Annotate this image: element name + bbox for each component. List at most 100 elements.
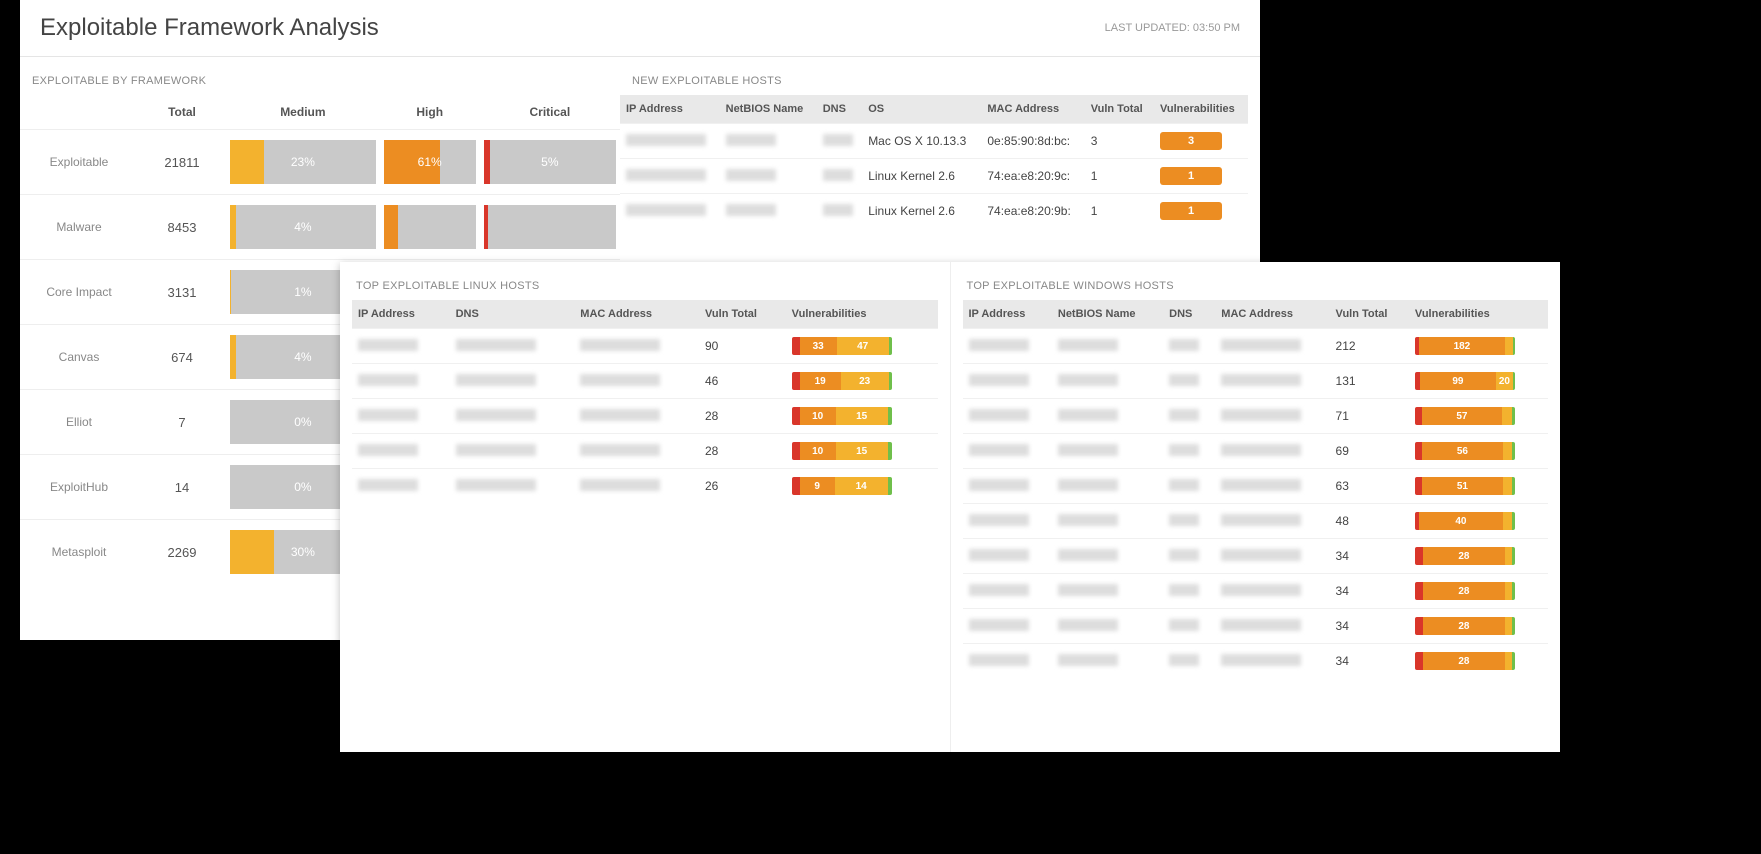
framework-name: Exploitable: [20, 130, 138, 195]
col-ip[interactable]: IP Address: [352, 300, 450, 329]
cell-vuln-total: 1: [1085, 194, 1154, 229]
cell-vulns: 28: [1409, 574, 1548, 609]
cell-netbios: [1052, 504, 1163, 539]
col-ip[interactable]: IP Address: [963, 300, 1052, 329]
windows-host-row[interactable]: 3428: [963, 539, 1549, 574]
vuln-bar[interactable]: 182: [1415, 337, 1515, 355]
cell-netbios: [720, 124, 817, 159]
vuln-bar[interactable]: 56: [1415, 442, 1515, 460]
vuln-pill[interactable]: 3: [1160, 132, 1222, 150]
cell-mac: [1215, 329, 1329, 364]
vuln-bar[interactable]: 1015: [792, 407, 892, 425]
cell-dns: [1163, 539, 1215, 574]
cell-vulns: 57: [1409, 399, 1548, 434]
cell-dns: [1163, 644, 1215, 679]
cell-vulns: 40: [1409, 504, 1548, 539]
cell-ip: [963, 504, 1052, 539]
dashboard-front-panel: TOP EXPLOITABLE LINUX HOSTS IP Address D…: [340, 262, 1560, 752]
cell-dns: [1163, 504, 1215, 539]
col-netbios[interactable]: NetBIOS Name: [1052, 300, 1163, 329]
linux-hosts-title: TOP EXPLOITABLE LINUX HOSTS: [352, 262, 938, 300]
linux-host-row[interactable]: 26914: [352, 469, 938, 504]
col-dns[interactable]: DNS: [817, 95, 862, 124]
framework-row[interactable]: Exploitable2181123%61%5%: [20, 130, 620, 195]
cell-ip: [352, 434, 450, 469]
col-dns[interactable]: DNS: [450, 300, 575, 329]
windows-host-row[interactable]: 131 9920: [963, 364, 1549, 399]
vuln-bar[interactable]: 28: [1415, 582, 1515, 600]
new-host-row[interactable]: Mac OS X 10.13.30e:85:90:8d:bc:33: [620, 124, 1248, 159]
windows-host-row[interactable]: 6351: [963, 469, 1549, 504]
cell-ip: [963, 539, 1052, 574]
col-vuln[interactable]: Vuln Total: [1085, 95, 1154, 124]
col-mac[interactable]: MAC Address: [981, 95, 1084, 124]
windows-host-row[interactable]: 212 182: [963, 329, 1549, 364]
cell-dns: [1163, 364, 1215, 399]
cell-netbios: [720, 194, 817, 229]
cell-ip: [963, 399, 1052, 434]
col-dns[interactable]: DNS: [1163, 300, 1215, 329]
linux-host-row[interactable]: 461923: [352, 364, 938, 399]
col-netbios[interactable]: NetBIOS Name: [720, 95, 817, 124]
cell-mac: [1215, 399, 1329, 434]
cell-ip: [963, 609, 1052, 644]
windows-host-row[interactable]: 3428: [963, 574, 1549, 609]
vuln-bar[interactable]: 3347: [792, 337, 892, 355]
windows-host-row[interactable]: 4840: [963, 504, 1549, 539]
cell-vulns: 914: [786, 469, 938, 504]
framework-total: 14: [138, 455, 226, 520]
col-medium[interactable]: Medium: [226, 95, 380, 130]
cell-vuln-total: 212: [1330, 329, 1409, 364]
cell-dns: [1163, 434, 1215, 469]
vuln-bar[interactable]: 51: [1415, 477, 1515, 495]
vuln-bar[interactable]: 1923: [792, 372, 892, 390]
cell-vulns: 1015: [786, 399, 938, 434]
col-os[interactable]: OS: [862, 95, 981, 124]
windows-host-row[interactable]: 3428: [963, 609, 1549, 644]
vuln-bar[interactable]: 28: [1415, 617, 1515, 635]
vuln-bar[interactable]: 28: [1415, 547, 1515, 565]
cell-mac: [574, 329, 699, 364]
framework-total: 7: [138, 390, 226, 455]
col-vulns[interactable]: Vulnerabilities: [786, 300, 938, 329]
col-vuln[interactable]: Vuln Total: [699, 300, 786, 329]
windows-host-row[interactable]: 3428: [963, 644, 1549, 679]
linux-host-row[interactable]: 903347: [352, 329, 938, 364]
linux-host-row[interactable]: 281015: [352, 399, 938, 434]
windows-host-row[interactable]: 6956: [963, 434, 1549, 469]
col-high[interactable]: High: [380, 95, 480, 130]
cell-mac: [574, 399, 699, 434]
cell-vuln-total: 131: [1330, 364, 1409, 399]
vuln-pill[interactable]: 1: [1160, 202, 1222, 220]
windows-host-row[interactable]: 7157: [963, 399, 1549, 434]
col-mac[interactable]: MAC Address: [1215, 300, 1329, 329]
new-host-row[interactable]: Linux Kernel 2.674:ea:e8:20:9b:11: [620, 194, 1248, 229]
new-host-row[interactable]: Linux Kernel 2.674:ea:e8:20:9c:11: [620, 159, 1248, 194]
vuln-bar[interactable]: 914: [792, 477, 892, 495]
col-critical[interactable]: Critical: [480, 95, 620, 130]
col-ip[interactable]: IP Address: [620, 95, 720, 124]
vuln-bar[interactable]: 57: [1415, 407, 1515, 425]
col-vulns[interactable]: Vulnerabilities: [1409, 300, 1548, 329]
col-vulns[interactable]: Vulnerabilities: [1154, 95, 1248, 124]
col-vuln[interactable]: Vuln Total: [1330, 300, 1409, 329]
vuln-bar[interactable]: 40: [1415, 512, 1515, 530]
vuln-bar[interactable]: 9920: [1415, 372, 1515, 390]
cell-ip: [620, 124, 720, 159]
vuln-bar[interactable]: 28: [1415, 652, 1515, 670]
new-hosts-title: NEW EXPLOITABLE HOSTS: [620, 57, 1248, 95]
framework-row[interactable]: Malware84534%: [20, 195, 620, 260]
col-total[interactable]: Total: [138, 95, 226, 130]
col-mac[interactable]: MAC Address: [574, 300, 699, 329]
vuln-bar[interactable]: 1015: [792, 442, 892, 460]
medium-bar: 4%: [230, 205, 376, 249]
cell-netbios: [1052, 329, 1163, 364]
cell-ip: [963, 364, 1052, 399]
windows-hosts-section: TOP EXPLOITABLE WINDOWS HOSTS IP Address…: [950, 262, 1561, 752]
vuln-pill[interactable]: 1: [1160, 167, 1222, 185]
framework-name: Core Impact: [20, 260, 138, 325]
cell-dns: [450, 329, 575, 364]
high-bar: 61%: [384, 140, 476, 184]
linux-host-row[interactable]: 281015: [352, 434, 938, 469]
cell-mac: [1215, 609, 1329, 644]
